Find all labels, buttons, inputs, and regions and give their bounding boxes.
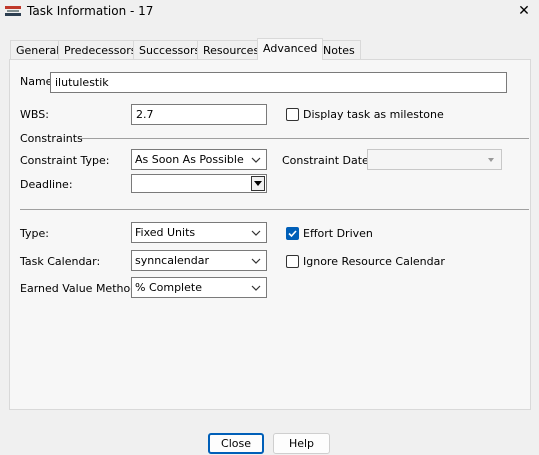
type-value: Fixed Units <box>135 226 196 239</box>
section-divider <box>20 209 529 210</box>
deadline-picker[interactable] <box>131 174 267 193</box>
constraint-date-label: Constraint Date: <box>282 154 373 167</box>
ignore-resource-calendar-checkbox[interactable] <box>286 255 299 268</box>
task-calendar-select[interactable]: synncalendar <box>131 250 267 271</box>
tab-notes[interactable]: Notes <box>317 40 361 59</box>
chevron-down-icon <box>251 157 261 163</box>
constraint-date-select <box>367 149 502 170</box>
type-select[interactable]: Fixed Units <box>131 222 267 243</box>
wbs-label: WBS: <box>20 108 49 121</box>
help-button[interactable]: Help <box>273 433 330 454</box>
constraints-heading: Constraints <box>20 132 83 145</box>
tab-advanced[interactable]: Advanced <box>257 38 324 60</box>
tab-predecessors[interactable]: Predecessors <box>58 40 143 59</box>
constraint-type-value: As Soon As Possible <box>135 153 244 166</box>
dropdown-arrow-icon <box>254 181 262 186</box>
earned-value-value: % Complete <box>135 281 202 294</box>
constraint-type-label: Constraint Type: <box>20 154 110 167</box>
deadline-dropdown-button[interactable] <box>251 176 265 191</box>
dropdown-arrow-icon <box>488 158 494 162</box>
ignore-resource-calendar-label: Ignore Resource Calendar <box>303 255 445 268</box>
window-title: Task Information - 17 <box>27 4 154 18</box>
type-label: Type: <box>20 227 49 240</box>
app-logo-icon <box>5 6 21 16</box>
constraint-type-select[interactable]: As Soon As Possible <box>131 149 267 170</box>
close-window-icon[interactable]: ✕ <box>514 2 534 20</box>
task-calendar-value: synncalendar <box>135 254 210 267</box>
constraints-divider <box>81 138 529 139</box>
checkmark-icon <box>288 230 297 238</box>
effort-driven-label: Effort Driven <box>303 227 373 240</box>
close-button[interactable]: Close <box>208 433 264 454</box>
earned-value-select[interactable]: % Complete <box>131 277 267 298</box>
deadline-label: Deadline: <box>20 178 73 191</box>
chevron-down-icon <box>251 230 261 236</box>
milestone-checkbox[interactable] <box>286 108 299 121</box>
earned-value-label: Earned Value Method: <box>20 282 141 295</box>
tab-successors[interactable]: Successors <box>133 40 207 59</box>
effort-driven-checkbox[interactable] <box>286 227 299 240</box>
tab-resources[interactable]: Resources <box>197 40 266 59</box>
task-calendar-label: Task Calendar: <box>20 255 101 268</box>
chevron-down-icon <box>251 258 261 264</box>
name-field[interactable]: ilutulestik <box>50 72 507 93</box>
milestone-label: Display task as milestone <box>303 108 444 121</box>
chevron-down-icon <box>251 285 261 291</box>
wbs-field[interactable]: 2.7 <box>131 104 267 125</box>
